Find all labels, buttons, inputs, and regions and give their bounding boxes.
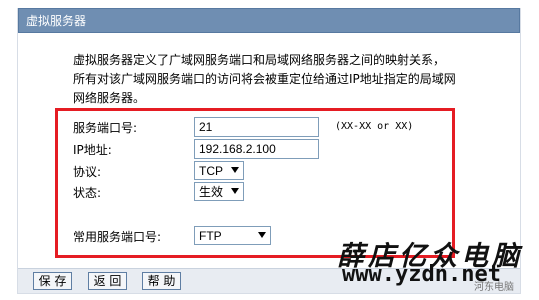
description-line-3: 网络服务器。	[73, 91, 146, 105]
help-button[interactable]: 帮 助	[142, 272, 181, 290]
description-line-1: 虚拟服务器定义了广域网服务端口和局域网络服务器之间的映射关系，	[73, 53, 446, 67]
save-button[interactable]: 保 存	[33, 272, 72, 290]
description-line-2: 所有对该广域网服务端口的访问将会被重定位给通过IP地址指定的局域网	[73, 72, 456, 86]
description: 虚拟服务器定义了广域网服务端口和局域网络服务器之间的映射关系， 所有对该广域网服…	[73, 51, 503, 108]
panel-title: 虚拟服务器	[26, 14, 87, 28]
panel-title-bar: 虚拟服务器	[18, 8, 520, 33]
back-button[interactable]: 返 回	[88, 272, 127, 290]
watermark-small-text: 河东电脑	[474, 282, 514, 293]
